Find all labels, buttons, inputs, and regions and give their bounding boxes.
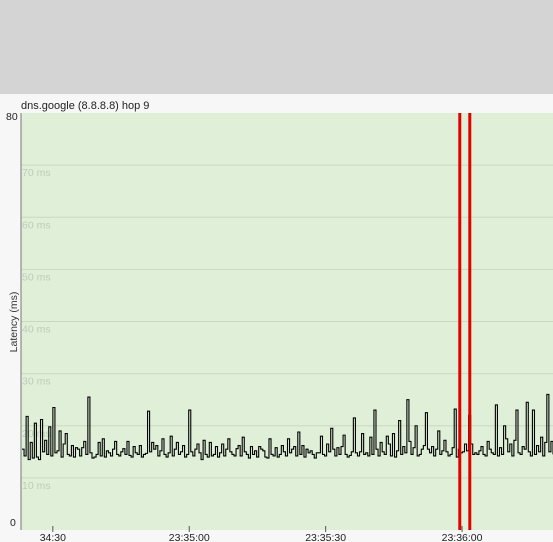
y-gridline-label: 70 ms bbox=[22, 167, 51, 179]
x-tick-label: 34:30 bbox=[40, 532, 66, 542]
latency-chart: 70 ms60 ms50 ms40 ms30 ms20 ms10 ms34:30… bbox=[20, 113, 553, 542]
y-gridline-label: 10 ms bbox=[22, 480, 51, 492]
x-tick-label: 23:35:30 bbox=[305, 532, 346, 542]
y-gridline-label: 40 ms bbox=[22, 324, 51, 336]
y-gridline-label: 50 ms bbox=[22, 271, 51, 283]
x-tick-label: 23:35:00 bbox=[169, 532, 210, 542]
y-gridline-label: 60 ms bbox=[22, 219, 51, 231]
x-tick-label: 23:36:00 bbox=[442, 532, 483, 542]
y-gridline-label: 30 ms bbox=[22, 376, 51, 388]
